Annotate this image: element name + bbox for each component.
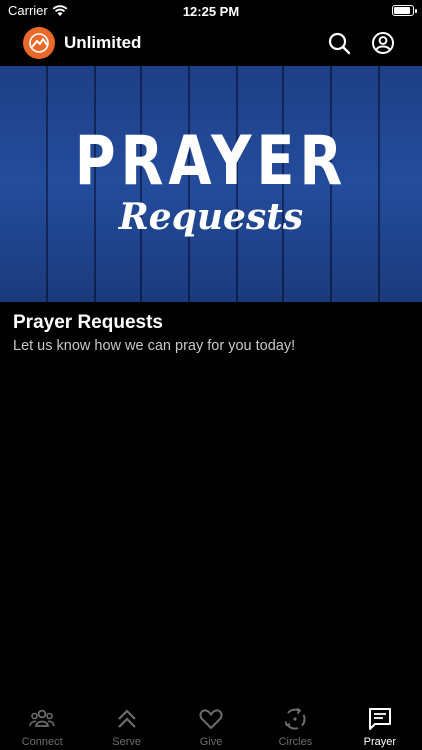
section-subtitle: Let us know how we can pray for you toda… (13, 338, 296, 354)
section-title: Prayer Requests (13, 312, 163, 333)
tab-serve[interactable]: Serve (84, 700, 168, 750)
tab-prayer[interactable]: Prayer (338, 700, 422, 750)
tab-label: Give (199, 736, 223, 748)
tab-label: Serve (112, 736, 141, 748)
account-icon[interactable] (371, 31, 395, 55)
battery-icon (392, 5, 417, 16)
search-icon[interactable] (327, 31, 351, 55)
double-chevron-up-icon (117, 709, 136, 728)
hero-title: PRAYER (74, 122, 348, 201)
tab-label: Circles (278, 736, 313, 748)
hero-script-title: Requests (118, 196, 304, 238)
status-bar: Carrier 12:25 PM (0, 0, 422, 22)
people-icon (29, 709, 55, 727)
message-icon (368, 708, 391, 730)
app-title: Unlimited (64, 33, 142, 52)
circle-arrows-icon (285, 707, 306, 730)
tab-circles[interactable]: Circles (253, 700, 337, 750)
tab-connect[interactable]: Connect (0, 700, 84, 750)
tab-bar: Connect Serve Give Circles Prayer (0, 700, 422, 750)
tab-label: Prayer (363, 736, 397, 748)
hero-banner[interactable]: PRAYER Requests (0, 66, 422, 302)
app-header: Unlimited (0, 22, 422, 66)
mountain-logo-icon[interactable] (23, 27, 55, 59)
status-time: 12:25 PM (182, 4, 240, 19)
prayer-section: Prayer Requests Let us know how we can p… (13, 312, 295, 354)
tab-label: Connect (21, 736, 63, 748)
heart-icon (199, 709, 223, 730)
tab-give[interactable]: Give (169, 700, 253, 750)
